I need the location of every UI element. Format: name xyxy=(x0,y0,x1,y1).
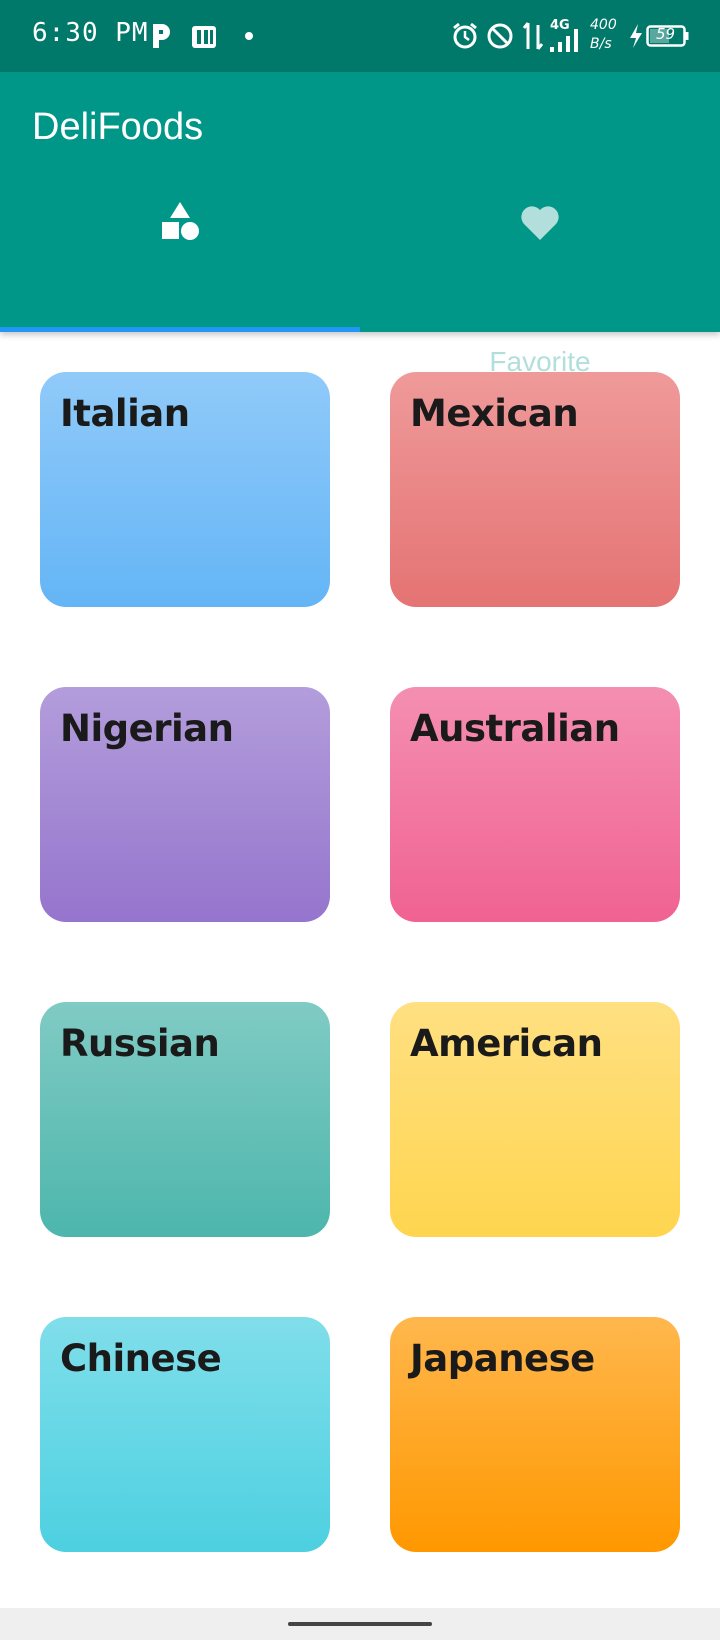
category-card-japanese[interactable]: Japanese xyxy=(390,1317,680,1552)
category-card-american[interactable]: American xyxy=(390,1002,680,1237)
category-card-italian[interactable]: Italian xyxy=(40,372,330,607)
data-transfer-icon xyxy=(522,20,544,52)
battery-level: 59 xyxy=(656,25,676,43)
system-nav-bar xyxy=(0,1608,720,1640)
category-label: Chinese xyxy=(60,1337,222,1380)
charging-icon xyxy=(628,20,644,52)
home-gesture-handle[interactable] xyxy=(288,1622,432,1626)
app-bar: DeliFoods Categories Favorite xyxy=(0,72,720,377)
app-icon xyxy=(190,20,218,52)
category-grid: Italian Mexican Nigerian Australian Russ… xyxy=(0,332,720,1608)
net-speed-value: 400 xyxy=(590,17,617,33)
category-card-mexican[interactable]: Mexican xyxy=(390,372,680,607)
category-card-russian[interactable]: Russian xyxy=(40,1002,330,1237)
status-time: 6:30 PM xyxy=(32,18,149,48)
category-label: American xyxy=(410,1022,603,1065)
dnd-icon xyxy=(486,20,514,52)
heart-icon xyxy=(518,200,562,244)
shapes-icon xyxy=(158,200,202,244)
tab-favorite[interactable]: Favorite xyxy=(360,200,720,377)
category-card-nigerian[interactable]: Nigerian xyxy=(40,687,330,922)
category-card-australian[interactable]: Australian xyxy=(390,687,680,922)
app-title: DeliFoods xyxy=(32,106,204,148)
alarm-icon xyxy=(450,20,480,52)
signal-icon xyxy=(548,24,582,56)
status-bar: 6:30 PM 4G 400 B/s 59 xyxy=(0,0,720,72)
parking-icon xyxy=(150,20,172,52)
category-card-chinese[interactable]: Chinese xyxy=(40,1317,330,1552)
category-label: Italian xyxy=(60,392,190,435)
category-label: Nigerian xyxy=(60,707,234,750)
dot-icon xyxy=(244,20,254,52)
tab-categories[interactable]: Categories xyxy=(0,200,360,377)
category-label: Australian xyxy=(410,707,620,750)
category-label: Japanese xyxy=(410,1337,595,1380)
category-label: Mexican xyxy=(410,392,579,435)
category-label: Russian xyxy=(60,1022,220,1065)
net-speed-unit: B/s xyxy=(590,36,612,52)
